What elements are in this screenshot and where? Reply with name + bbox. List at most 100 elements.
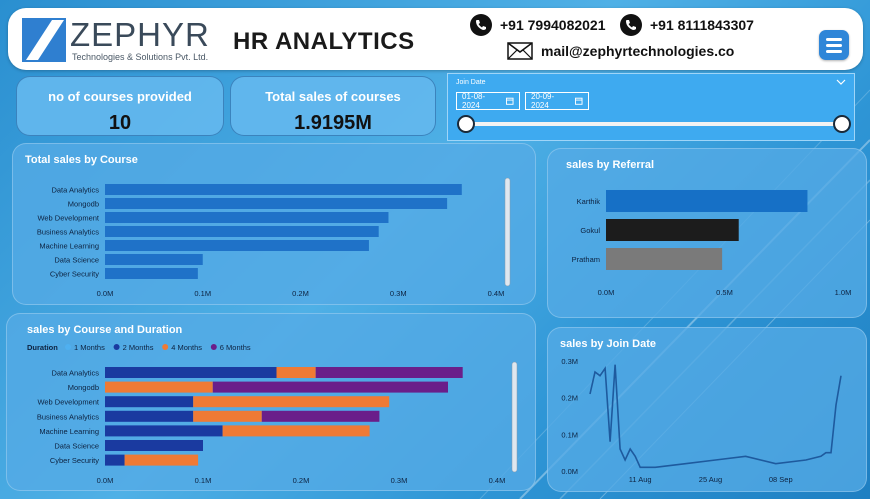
bar-segment	[315, 367, 463, 378]
category-label: Data Science	[54, 442, 99, 451]
slider-track	[466, 122, 842, 126]
chevron-down-icon[interactable]	[836, 78, 846, 86]
calendar-icon	[506, 97, 514, 105]
x-tick-label: 0.2M	[292, 289, 309, 298]
bar	[606, 219, 739, 241]
bar-segment	[124, 454, 199, 466]
bar-segment	[105, 454, 125, 466]
hamburger-icon	[826, 37, 842, 41]
category-label: Mongodb	[68, 200, 99, 209]
start-date-input[interactable]: 01-08-2024	[456, 92, 520, 110]
x-tick-label: 0.3M	[391, 476, 408, 485]
bar-segment	[261, 410, 380, 422]
x-tick-label: 0.0M	[97, 476, 114, 485]
sales-by-course-chart: Data Analytics Mongodb Web Development Busi…	[37, 177, 511, 298]
bar-segment	[105, 425, 223, 437]
bar	[105, 254, 203, 265]
bar-segment	[105, 396, 194, 408]
x-tick-label: 0.3M	[390, 289, 407, 298]
contact-phone-1[interactable]: +91 7994082021	[470, 14, 606, 36]
slider-end-handle[interactable]	[833, 115, 851, 133]
bar	[105, 240, 369, 251]
x-tick-label: 0.5M	[716, 288, 733, 297]
panel-sales-by-referral: sales by Referral Karthik Gokul Pratham 0.0…	[547, 148, 867, 318]
page-title: HR ANALYTICS	[233, 28, 415, 55]
category-label: Business Analytics	[37, 412, 99, 421]
x-tick-label: 0.1M	[194, 289, 211, 298]
zephyr-logo-icon	[22, 18, 66, 62]
category-label: Data Analytics	[51, 369, 99, 378]
panel-sales-by-course-duration: sales by Course and Duration Duration 1 M…	[6, 313, 536, 491]
kpi-label: no of courses provided	[48, 89, 192, 104]
slider-start-handle[interactable]	[457, 115, 475, 133]
logo-name: ZEPHYR	[70, 16, 210, 53]
bar-segment	[212, 381, 448, 393]
y-tick-label: 0.3M	[561, 357, 578, 366]
category-label: Gokul	[580, 226, 600, 235]
logo-subtitle: Technologies & Solutions Pvt. Ltd.	[72, 52, 209, 62]
legend-title: Duration	[27, 343, 58, 352]
x-tick-label: 25 Aug	[699, 475, 722, 484]
legend-label: 6 Months	[220, 343, 251, 352]
sales-by-join-date-chart: 0.0M 0.1M 0.2M 0.3M 11 Aug 25 Aug 08 Sep	[561, 357, 842, 484]
bar	[105, 198, 448, 209]
phone-1-text: +91 7994082021	[500, 17, 606, 33]
bar-segment	[276, 367, 316, 378]
bar	[105, 184, 462, 195]
bar	[105, 212, 389, 223]
category-label: Cyber Security	[50, 456, 99, 465]
kpi-label: Total sales of courses	[265, 89, 401, 104]
scrollbar	[504, 177, 511, 287]
category-label: Machine Learning	[39, 427, 99, 436]
panel-sales-by-join-date: sales by Join Date 0.0M 0.1M 0.2M 0.3M 11 Au…	[547, 327, 867, 492]
slicer-title: Join Date	[456, 79, 486, 86]
x-tick-label: 11 Aug	[629, 475, 652, 484]
legend-swatch	[162, 344, 169, 350]
x-tick-label: 0.1M	[195, 476, 212, 485]
legend-label: 4 Months	[171, 343, 202, 352]
bar-segment	[193, 410, 262, 422]
end-date-input[interactable]: 20-09-2024	[525, 92, 589, 110]
end-date-value: 20-09-2024	[531, 92, 555, 110]
header-bar: ZEPHYR Technologies & Solutions Pvt. Ltd…	[8, 8, 863, 70]
bar-segment	[193, 396, 390, 408]
contact-phone-2[interactable]: +91 8111843307	[620, 14, 754, 36]
panel-sales-by-course: Total sales by Course Data Analytics Mong…	[12, 143, 536, 305]
category-label: Pratham	[572, 255, 600, 264]
menu-button[interactable]	[819, 30, 849, 60]
x-tick-label: 0.4M	[488, 289, 505, 298]
x-tick-label: 0.2M	[293, 476, 310, 485]
bar-segment	[222, 425, 370, 437]
phone-icon	[470, 14, 492, 36]
join-date-slicer: Join Date 01-08-2024 20-09-2024	[447, 73, 855, 141]
x-tick-label: 0.0M	[97, 289, 114, 298]
category-label: Web Development	[37, 214, 99, 223]
legend-swatch	[113, 344, 120, 350]
x-tick-label: 0.4M	[489, 476, 506, 485]
legend-swatch	[210, 344, 217, 350]
bar	[105, 268, 198, 279]
scrollbar	[511, 361, 518, 473]
contact-email[interactable]: mail@zephyrtechnologies.co	[507, 42, 734, 60]
start-date-value: 01-08-2024	[462, 92, 486, 110]
bar-segment	[105, 440, 203, 451]
category-label: Business Analytics	[37, 228, 99, 237]
x-tick-label: 0.0M	[598, 288, 615, 297]
sales-by-course-duration-chart: Duration 1 Months 2 Months 4 Months 6 Months…	[27, 343, 518, 485]
company-logo: ZEPHYR Technologies & Solutions Pvt. Ltd…	[22, 14, 222, 66]
bar	[606, 248, 723, 270]
sales-by-referral-chart: Karthik Gokul Pratham 0.0M 0.5M 1.0M	[572, 190, 851, 297]
calendar-icon	[575, 97, 583, 105]
category-label: Machine Learning	[39, 242, 99, 251]
bar	[105, 226, 379, 237]
kpi-value: 10	[108, 112, 132, 134]
bar-segment	[105, 367, 277, 378]
bar-segment	[105, 410, 194, 422]
kpi-card-total-sales: Total sales of courses 1.9195M	[230, 76, 436, 136]
category-label: Data Science	[54, 256, 99, 265]
kpi-card-courses: no of courses provided 10	[16, 76, 224, 136]
category-label: Cyber Security	[50, 270, 99, 279]
category-label: Karthik	[577, 197, 601, 206]
category-label: Web Development	[37, 398, 99, 407]
mail-icon	[507, 42, 533, 60]
